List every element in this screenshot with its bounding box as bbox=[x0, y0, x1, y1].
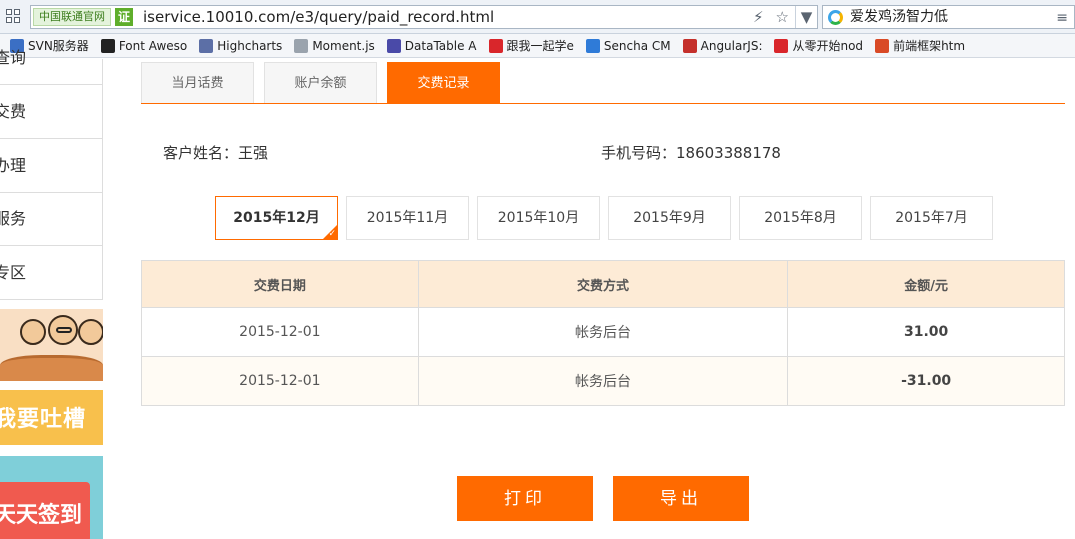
month-button-2015-08[interactable]: 2015年8月 bbox=[739, 196, 862, 240]
column-header-method: 交费方式 bbox=[417, 260, 789, 308]
url-text[interactable]: iservice.10010.com/e3/query/paid_record.… bbox=[143, 8, 494, 26]
side-item-label: 办理 bbox=[0, 156, 27, 175]
side-item-label: 交费 bbox=[0, 102, 27, 121]
promo-banner-kids[interactable] bbox=[0, 309, 103, 381]
side-item-zone[interactable]: 专区 bbox=[0, 246, 103, 300]
tab-monthly-bill[interactable]: 当月话费 bbox=[141, 62, 254, 103]
cartoon-kid-image bbox=[48, 315, 78, 345]
angular-icon bbox=[682, 38, 697, 53]
customer-name: 客户姓名：王强 bbox=[163, 144, 269, 162]
cell-amount: -31.00 bbox=[787, 356, 1065, 406]
side-item-service[interactable]: 服务 bbox=[0, 192, 103, 246]
table-header-row: 交费日期 交费方式 金额/元 bbox=[141, 260, 1065, 308]
url-field[interactable]: 中国联通官网 证 iservice.10010.com/e3/query/pai… bbox=[30, 5, 818, 29]
search-engine-icon[interactable] bbox=[828, 10, 843, 25]
promo-signin-label: 天天签到 bbox=[0, 503, 83, 528]
customer-phone: 手机号码：18603388178 bbox=[601, 144, 781, 162]
checkmark-icon: ✓ bbox=[328, 229, 336, 239]
promo-complain-label: 我要吐槽 bbox=[0, 407, 87, 432]
bookmark-item[interactable]: Font Aweso bbox=[100, 38, 188, 53]
bookmark-label: 前端框架htm bbox=[893, 39, 966, 53]
cell-date: 2015-12-01 bbox=[141, 307, 419, 357]
bookmark-label: Moment.js bbox=[312, 38, 375, 53]
hsu-icon bbox=[875, 38, 890, 53]
month-button-2015-07[interactable]: 2015年7月 bbox=[870, 196, 993, 240]
page-content: 查询 交费 办理 服务 专区 我要吐槽 天天签到 当月话费 账户余额 交费记录 … bbox=[0, 48, 1075, 539]
bookmark-item[interactable]: Highcharts bbox=[199, 38, 283, 53]
month-label: 2015年12月 bbox=[233, 210, 320, 226]
bookmarks-bar: SVN服务器 Font Aweso Highcharts Moment.js DataT… bbox=[0, 34, 1075, 58]
browser-address-bar: 中国联通官网 证 iservice.10010.com/e3/query/pai… bbox=[0, 0, 1075, 34]
chevron-down-icon[interactable]: ▼ bbox=[795, 6, 817, 28]
bookmark-label: 跟我一起学e bbox=[506, 39, 574, 53]
side-item-label: 服务 bbox=[0, 209, 27, 228]
month-button-2015-12[interactable]: 2015年12月 ✓ bbox=[215, 196, 338, 240]
bookmark-item[interactable]: 从零开始nod bbox=[774, 37, 863, 54]
menu-icon[interactable]: ≡ bbox=[1056, 10, 1068, 26]
bookmark-label: Sencha CM bbox=[603, 38, 671, 53]
payment-record-table: 交费日期 交费方式 金额/元 2015-12-01 帐务后台 31.00 201… bbox=[141, 260, 1065, 406]
cartoon-desk-image bbox=[0, 355, 103, 381]
sencha-icon bbox=[585, 38, 600, 53]
cell-method: 帐务后台 bbox=[417, 307, 789, 357]
f-icon bbox=[774, 38, 789, 53]
month-button-2015-10[interactable]: 2015年10月 bbox=[477, 196, 600, 240]
lightning-icon[interactable]: ⚡ bbox=[753, 8, 764, 26]
bookmark-item[interactable]: 前端框架htm bbox=[875, 37, 965, 54]
grid-icon[interactable] bbox=[6, 9, 22, 25]
search-input[interactable]: 爱发鸡汤智力低 ≡ bbox=[822, 5, 1075, 29]
table-row: 2015-12-01 帐务后台 31.00 bbox=[141, 307, 1065, 357]
table-row: 2015-12-01 帐务后台 -31.00 bbox=[141, 356, 1065, 406]
ssl-cert-icon[interactable]: 证 bbox=[115, 8, 133, 26]
side-item-pay[interactable]: 交费 bbox=[0, 85, 103, 139]
highcharts-icon bbox=[199, 38, 214, 53]
datatable-icon bbox=[386, 38, 401, 53]
site-badge: 中国联通官网 bbox=[33, 8, 111, 26]
bookmark-item[interactable]: Moment.js bbox=[294, 38, 375, 53]
bookmark-item[interactable]: 跟我一起学e bbox=[488, 37, 574, 54]
tab-payment-record[interactable]: 交费记录 bbox=[387, 62, 500, 104]
column-header-amount: 金额/元 bbox=[787, 260, 1065, 308]
side-item-label: 查询 bbox=[0, 48, 27, 67]
cell-amount: 31.00 bbox=[787, 307, 1065, 357]
cartoon-kid-image bbox=[78, 319, 103, 345]
search-text[interactable]: 爱发鸡汤智力低 bbox=[850, 8, 948, 26]
promo-signin-button[interactable]: 天天签到 bbox=[0, 456, 103, 539]
side-item-handle[interactable]: 办理 bbox=[0, 139, 103, 193]
bookmark-item[interactable]: Sencha CM bbox=[585, 38, 671, 53]
bookmark-label: Highcharts bbox=[217, 38, 283, 53]
cell-date: 2015-12-01 bbox=[141, 356, 419, 406]
bookmark-label: AngularJS: bbox=[700, 38, 763, 53]
main-panel: 当月话费 账户余额 交费记录 客户姓名：王强 手机号码：18603388178 … bbox=[141, 59, 1065, 539]
column-header-date: 交费日期 bbox=[141, 260, 419, 308]
print-button[interactable]: 打印 bbox=[457, 476, 593, 521]
c-icon bbox=[488, 38, 503, 53]
bookmark-item[interactable]: AngularJS: bbox=[682, 38, 763, 53]
cartoon-kid-image bbox=[20, 319, 46, 345]
cell-method: 帐务后台 bbox=[417, 356, 789, 406]
side-menu: 查询 交费 办理 服务 专区 bbox=[0, 48, 103, 300]
bookmark-item[interactable]: DataTable A bbox=[386, 38, 477, 53]
side-item-query[interactable]: 查询 bbox=[0, 31, 103, 85]
side-item-label: 专区 bbox=[0, 263, 27, 282]
bookmark-label: Font Aweso bbox=[118, 38, 188, 53]
month-button-2015-11[interactable]: 2015年11月 bbox=[346, 196, 469, 240]
star-icon[interactable]: ☆ bbox=[776, 8, 789, 26]
promo-complain-button[interactable]: 我要吐槽 bbox=[0, 390, 103, 445]
export-button[interactable]: 导出 bbox=[613, 476, 749, 521]
tab-bar: 当月话费 账户余额 交费记录 bbox=[141, 62, 1065, 104]
month-button-2015-09[interactable]: 2015年9月 bbox=[608, 196, 731, 240]
bookmark-label: DataTable A bbox=[404, 38, 477, 53]
tab-account-balance[interactable]: 账户余额 bbox=[264, 62, 377, 103]
bookmark-label: 从零开始nod bbox=[792, 39, 864, 53]
page-icon bbox=[294, 38, 309, 53]
